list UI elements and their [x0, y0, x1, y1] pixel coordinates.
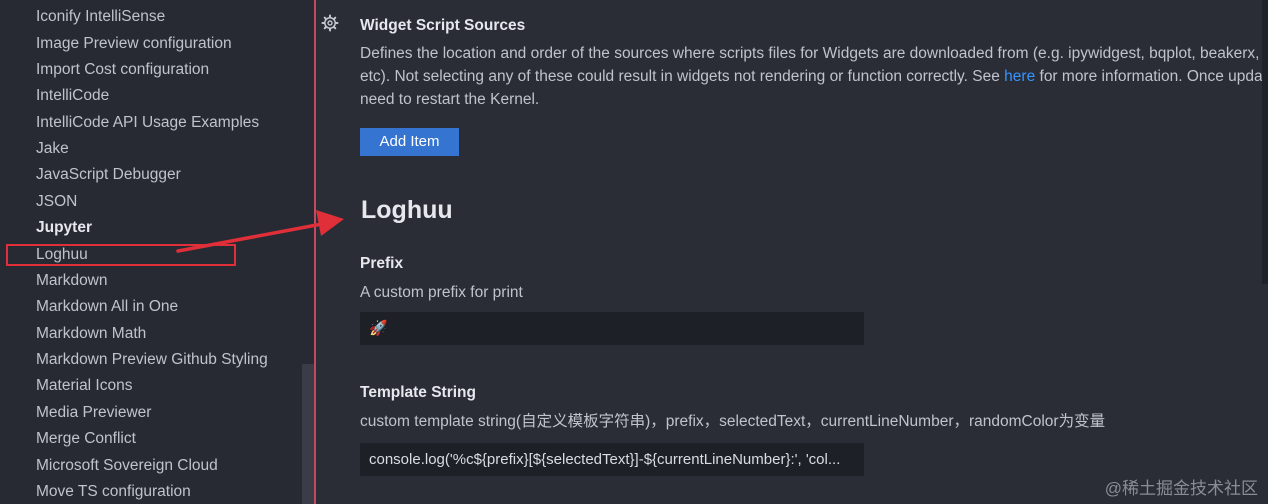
- toc-item-material-icons[interactable]: Material Icons: [36, 373, 132, 399]
- toc-item-image-preview[interactable]: Image Preview configuration: [36, 31, 232, 57]
- desc-text-b: for more information. Once upda: [1035, 68, 1263, 85]
- watermark: @稀土掘金技术社区: [1104, 479, 1258, 498]
- sidebar-scrollbar[interactable]: [302, 364, 314, 504]
- content-scrollbar[interactable]: [1262, 0, 1268, 284]
- settings-window: Iconify IntelliSense Image Preview confi…: [0, 0, 1268, 504]
- prefix-input[interactable]: 🚀: [360, 312, 864, 345]
- toc-item-microsoft-sovereign-cloud[interactable]: Microsoft Sovereign Cloud: [36, 453, 218, 479]
- add-item-button[interactable]: Add Item: [360, 128, 459, 156]
- section-heading-loghuu: Loghuu: [361, 196, 453, 224]
- toc-item-javascript-debugger[interactable]: JavaScript Debugger: [36, 162, 181, 188]
- toc-item-jupyter[interactable]: Jupyter: [36, 215, 92, 241]
- template-string-input[interactable]: console.log('%c${prefix}[${selectedText}…: [360, 443, 864, 476]
- gear-icon[interactable]: [321, 14, 339, 32]
- toc-item-intellicode-api[interactable]: IntelliCode API Usage Examples: [36, 110, 259, 136]
- toc-item-jake[interactable]: Jake: [36, 136, 69, 162]
- toc-item-media-previewer[interactable]: Media Previewer: [36, 400, 151, 426]
- here-link[interactable]: here: [1004, 68, 1035, 85]
- toc-item-intellicode[interactable]: IntelliCode: [36, 83, 109, 109]
- toc-item-move-ts[interactable]: Move TS configuration: [36, 479, 191, 504]
- toc-item-markdown-all-in-one[interactable]: Markdown All in One: [36, 294, 178, 320]
- annotation-highlight-box: [6, 244, 236, 266]
- toc-item-import-cost[interactable]: Import Cost configuration: [36, 57, 209, 83]
- toc-item-iconify-intellisense[interactable]: Iconify IntelliSense: [36, 4, 165, 30]
- widget-sources-desc-line1: Defines the location and order of the so…: [360, 45, 1260, 62]
- toc-item-merge-conflict[interactable]: Merge Conflict: [36, 426, 136, 452]
- prefix-title: Prefix: [360, 255, 404, 272]
- settings-toc-sidebar: Iconify IntelliSense Image Preview confi…: [0, 0, 314, 504]
- toc-item-markdown[interactable]: Markdown: [36, 268, 108, 294]
- desc-text-a: etc). Not selecting any of these could r…: [360, 68, 1005, 85]
- widget-sources-desc-line2: etc). Not selecting any of these could r…: [360, 65, 1263, 88]
- template-string-title: Template String: [360, 384, 476, 401]
- widget-sources-title: Widget Script Sources: [360, 17, 526, 34]
- toc-item-markdown-preview-github[interactable]: Markdown Preview Github Styling: [36, 347, 268, 373]
- toc-item-json[interactable]: JSON: [36, 189, 77, 215]
- template-string-desc: custom template string(自定义模板字符串)，prefix，…: [360, 413, 1106, 430]
- prefix-desc: A custom prefix for print: [360, 284, 523, 301]
- widget-sources-desc-line3: need to restart the Kernel.: [360, 91, 540, 108]
- toc-item-markdown-math[interactable]: Markdown Math: [36, 321, 146, 347]
